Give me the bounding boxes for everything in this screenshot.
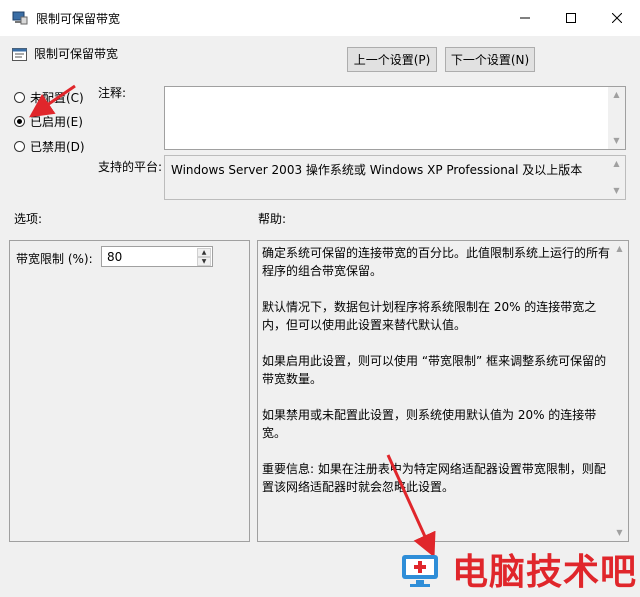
watermark-logo-icon	[402, 555, 438, 587]
annotation-arrow-ok	[386, 454, 436, 558]
watermark: 电脑技术吧	[400, 543, 637, 595]
annotation-arrow-enabled	[29, 84, 76, 118]
annotation-arrows	[29, 84, 436, 558]
watermark-text: 电脑技术吧	[452, 552, 638, 593]
